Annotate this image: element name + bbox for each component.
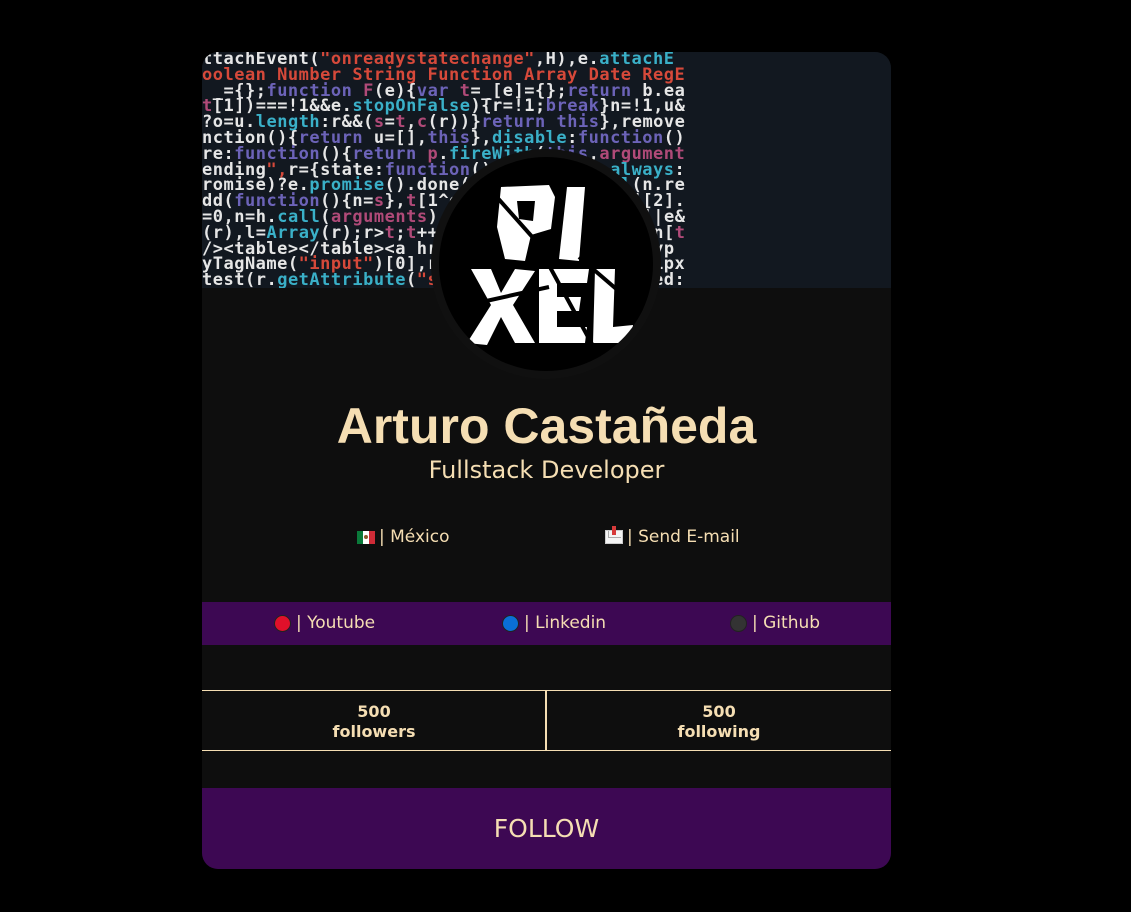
following-label: following <box>677 722 761 741</box>
youtube-dot-icon <box>274 614 291 632</box>
stats-row: 500 followers 500 following <box>202 690 891 751</box>
pixel-logo <box>439 157 653 371</box>
email-text: | Send E-mail <box>627 527 740 547</box>
following-count: 500 <box>702 702 736 721</box>
followers-label: followers <box>332 722 416 741</box>
profile-name: Arturo Castañeda <box>336 398 757 454</box>
location-text: | México <box>379 527 450 547</box>
youtube-label: | Youtube <box>296 613 376 633</box>
avatar <box>431 149 661 379</box>
profile-card: ttachEvent("onreadystatechange",H),e.att… <box>202 52 891 869</box>
social-bar: | Youtube | Linkedin | Github <box>202 602 891 645</box>
mexico-flag-icon <box>357 530 375 544</box>
send-email-link[interactable]: | Send E-mail <box>605 526 740 548</box>
github-link[interactable]: | Github <box>730 612 820 634</box>
youtube-link[interactable]: | Youtube <box>274 612 375 634</box>
linkedin-link[interactable]: | Linkedin <box>502 612 606 634</box>
github-dot-icon <box>730 614 747 632</box>
location: | México <box>357 526 450 548</box>
follow-button[interactable]: FOLLOW <box>202 788 891 869</box>
github-label: | Github <box>752 613 821 633</box>
linkedin-dot-icon <box>502 614 519 632</box>
pixel-logo-icon <box>458 175 651 358</box>
following-stat[interactable]: 500 following <box>547 691 891 750</box>
profile-title: Fullstack Developer <box>428 456 665 484</box>
followers-count: 500 <box>357 702 391 721</box>
envelope-icon <box>605 526 623 544</box>
linkedin-label: | Linkedin <box>524 613 607 633</box>
followers-stat[interactable]: 500 followers <box>202 691 546 750</box>
